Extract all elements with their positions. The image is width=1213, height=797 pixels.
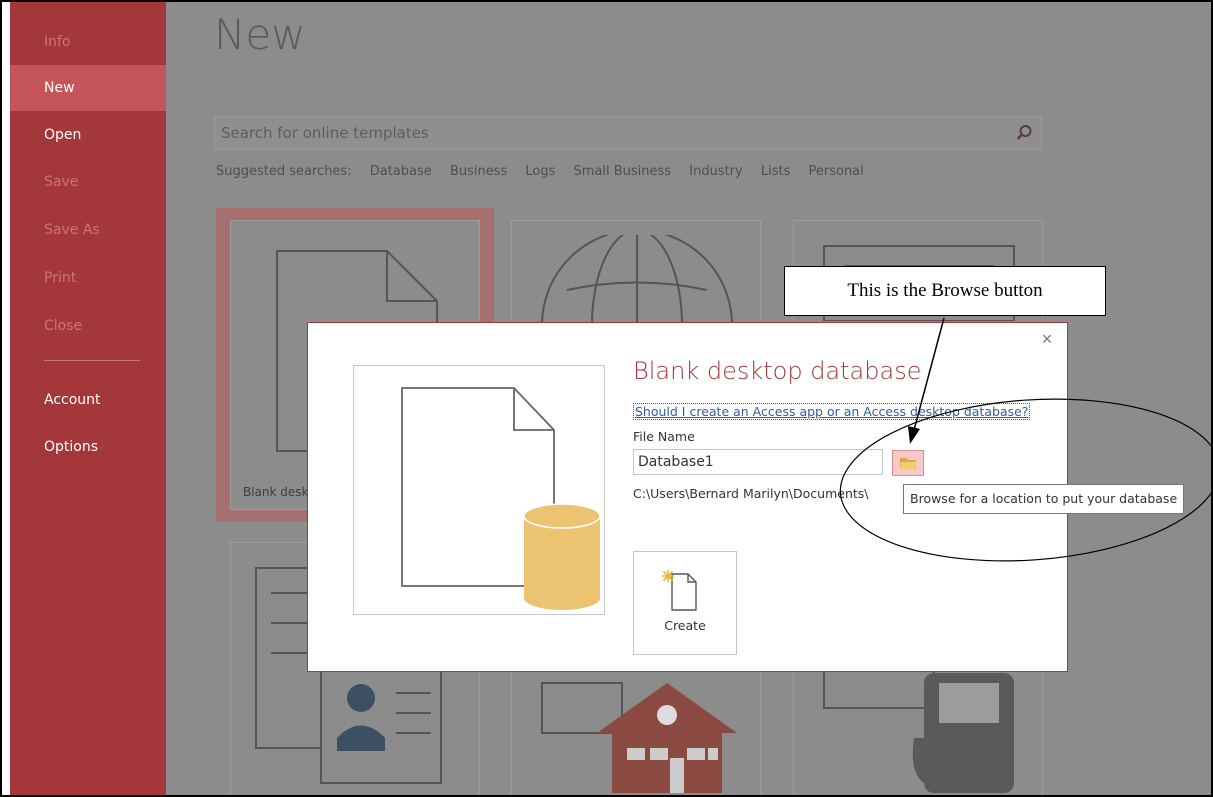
suggested-business[interactable]: Business (450, 164, 507, 179)
database-preview (353, 365, 605, 615)
close-dialog-button[interactable]: × (1037, 329, 1057, 349)
new-file-icon (662, 570, 697, 611)
sidebar-item-print[interactable]: Print (10, 255, 166, 301)
sidebar-divider (44, 360, 140, 361)
sidebar-item-info[interactable]: Info (10, 19, 166, 65)
suggested-personal[interactable]: Personal (809, 164, 864, 179)
suggested-industry[interactable]: Industry (689, 164, 742, 179)
file-name-label: File Name (633, 429, 695, 444)
template-search-box[interactable] (214, 116, 1042, 150)
search-input[interactable] (221, 117, 1001, 149)
browse-button[interactable] (892, 450, 924, 476)
sidebar-item-account[interactable]: Account (10, 377, 166, 423)
create-label: Create (664, 618, 706, 633)
suggested-lists[interactable]: Lists (761, 164, 791, 179)
file-name-input[interactable] (633, 449, 883, 475)
sidebar-item-open[interactable]: Open (10, 112, 166, 158)
school-building-icon (541, 682, 737, 793)
suggested-label: Suggested searches: (216, 164, 352, 179)
create-button[interactable]: Create (633, 551, 737, 655)
dialog-title: Blank desktop database (633, 357, 922, 385)
sidebar-item-options[interactable]: Options (10, 424, 166, 470)
suggested-small-business[interactable]: Small Business (574, 164, 672, 179)
page-title: New (214, 10, 306, 59)
annotation-callout: This is the Browse button (784, 266, 1106, 316)
search-icon[interactable] (1015, 124, 1033, 142)
save-path: C:\Users\Bernard Marilyn\Documents\ (633, 486, 869, 501)
suggested-logs[interactable]: Logs (525, 164, 555, 179)
sidebar-item-save-as[interactable]: Save As (10, 207, 166, 253)
globe-icon (541, 235, 733, 325)
app-window: Info New Open Save Save As Print Close A… (0, 0, 1213, 797)
sidebar-item-close[interactable]: Close (10, 303, 166, 349)
backstage-sidebar: Info New Open Save Save As Print Close A… (10, 2, 166, 795)
window-edge (2, 2, 10, 795)
sidebar-item-save[interactable]: Save (10, 159, 166, 205)
suggested-database[interactable]: Database (370, 164, 432, 179)
blank-database-icon (401, 387, 601, 610)
folder-icon (900, 458, 917, 469)
suggested-searches: Suggested searches: Database Business Lo… (216, 164, 878, 179)
sidebar-item-new[interactable]: New (10, 65, 166, 111)
help-link[interactable]: Should I create an Access app or an Acce… (633, 403, 1031, 420)
browse-tooltip: Browse for a location to put your databa… (903, 484, 1185, 514)
